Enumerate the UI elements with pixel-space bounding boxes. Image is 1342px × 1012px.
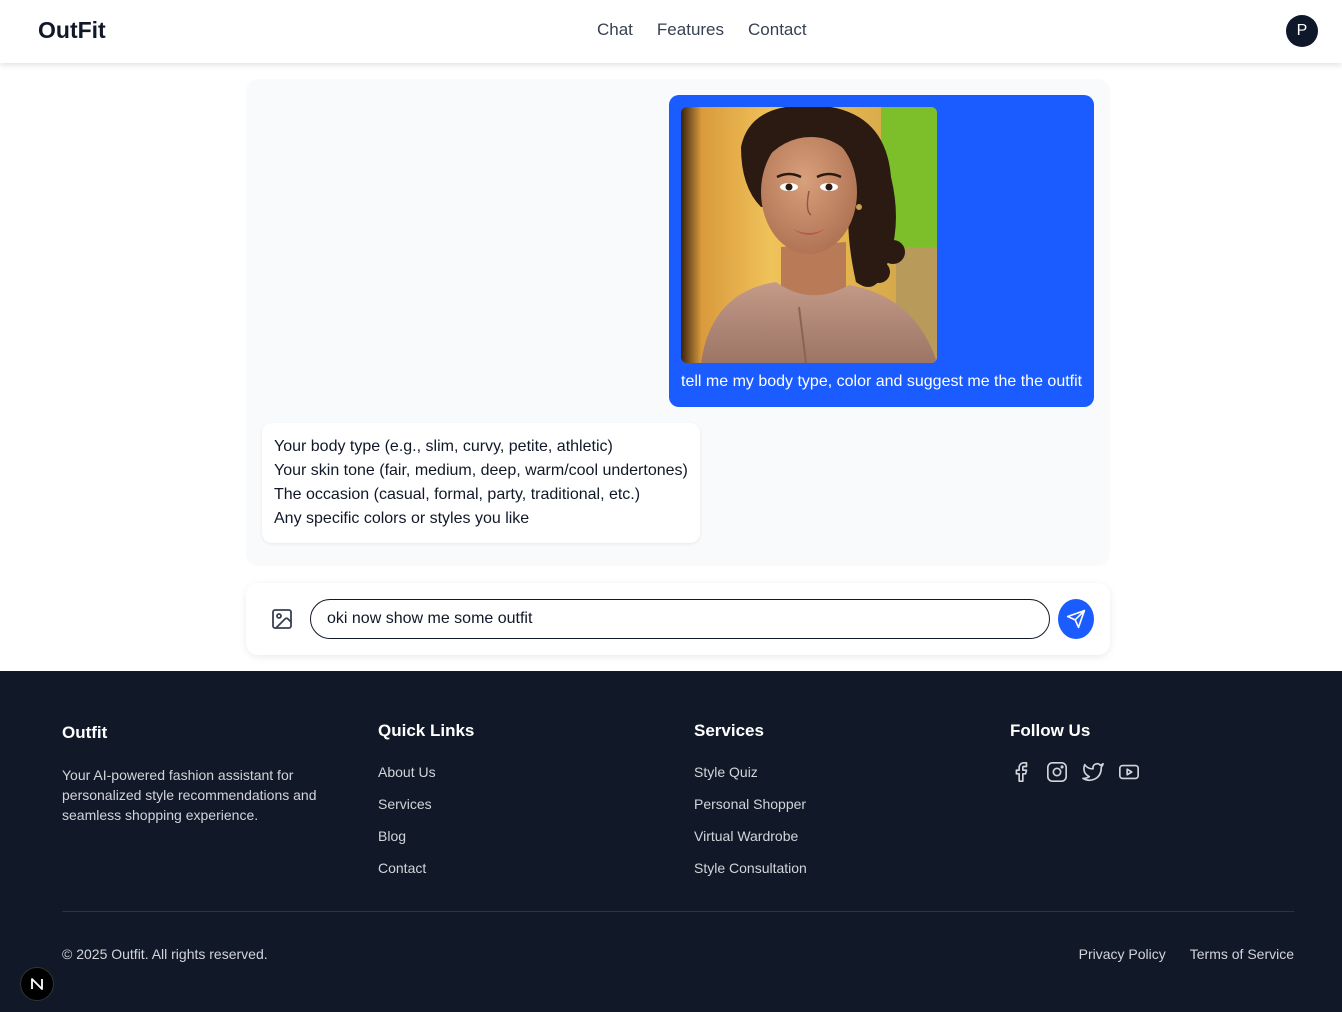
- send-button[interactable]: [1058, 599, 1094, 639]
- chat-messages-panel: tell me my body type, color and suggest …: [246, 79, 1110, 566]
- terms-of-service-link[interactable]: Terms of Service: [1190, 946, 1294, 962]
- footer-quick-links: Quick Links About Us Services Blog Conta…: [378, 721, 474, 877]
- assistant-message-line: Any specific colors or styles you like: [274, 510, 530, 527]
- image-upload-button[interactable]: [270, 607, 294, 631]
- footer-link-services[interactable]: Services: [378, 795, 474, 813]
- instagram-icon[interactable]: [1046, 761, 1068, 783]
- user-message-text: tell me my body type, color and suggest …: [681, 373, 1083, 390]
- twitter-icon[interactable]: [1082, 761, 1104, 783]
- portrait-image: [681, 107, 937, 363]
- facebook-icon[interactable]: [1010, 761, 1032, 783]
- footer-brand-title: Outfit: [62, 723, 108, 742]
- uploaded-photo: [681, 107, 937, 363]
- user-message-bubble: tell me my body type, color and suggest …: [669, 95, 1094, 407]
- legal-links: Privacy Policy Terms of Service: [1079, 946, 1294, 962]
- brand-logo[interactable]: OutFit: [38, 17, 106, 44]
- youtube-icon[interactable]: [1118, 761, 1140, 783]
- footer-brand-description: Your AI-powered fashion assistant for pe…: [62, 767, 317, 823]
- assistant-message-bubble: Your body type (e.g., slim, curvy, petit…: [262, 423, 700, 543]
- footer-link-virtual-wardrobe[interactable]: Virtual Wardrobe: [694, 827, 807, 845]
- top-navbar: OutFit Chat Features Contact P: [0, 0, 1342, 63]
- privacy-policy-link[interactable]: Privacy Policy: [1079, 946, 1166, 962]
- footer-link-style-consultation[interactable]: Style Consultation: [694, 859, 807, 877]
- site-footer: Outfit Your AI-powered fashion assistant…: [0, 671, 1342, 1012]
- assistant-message-line: Your body type (e.g., slim, curvy, petit…: [274, 438, 613, 455]
- footer-quick-links-title: Quick Links: [378, 721, 475, 740]
- dev-tools-badge[interactable]: [20, 967, 54, 1001]
- nav-link-chat[interactable]: Chat: [597, 20, 633, 40]
- footer-brand-column: Outfit Your AI-powered fashion assistant…: [62, 721, 332, 825]
- send-icon: [1066, 609, 1086, 629]
- footer-follow: Follow Us: [1010, 721, 1140, 783]
- assistant-message-line: Your skin tone (fair, medium, deep, warm…: [274, 462, 688, 479]
- image-icon: [272, 609, 292, 629]
- footer-link-blog[interactable]: Blog: [378, 827, 474, 845]
- message-composer: [246, 583, 1110, 655]
- assistant-message-line: The occasion (casual, formal, party, tra…: [274, 486, 641, 503]
- footer-link-style-quiz[interactable]: Style Quiz: [694, 763, 807, 781]
- footer-link-personal-shopper[interactable]: Personal Shopper: [694, 795, 807, 813]
- footer-services-title: Services: [694, 721, 764, 740]
- user-avatar[interactable]: P: [1286, 15, 1318, 47]
- footer-divider: [62, 911, 1294, 912]
- n-logo-icon: [31, 978, 43, 990]
- nav-link-contact[interactable]: Contact: [748, 20, 807, 40]
- footer-follow-title: Follow Us: [1010, 721, 1091, 740]
- nav-link-features[interactable]: Features: [657, 20, 724, 40]
- social-links: [1010, 761, 1140, 783]
- copyright-text: © 2025 Outfit. All rights reserved.: [62, 946, 268, 962]
- message-input[interactable]: [310, 599, 1050, 639]
- footer-link-contact[interactable]: Contact: [378, 859, 474, 877]
- footer-link-about[interactable]: About Us: [378, 763, 474, 781]
- main-nav: Chat Features Contact: [597, 20, 807, 40]
- footer-services: Services Style Quiz Personal Shopper Vir…: [694, 721, 807, 877]
